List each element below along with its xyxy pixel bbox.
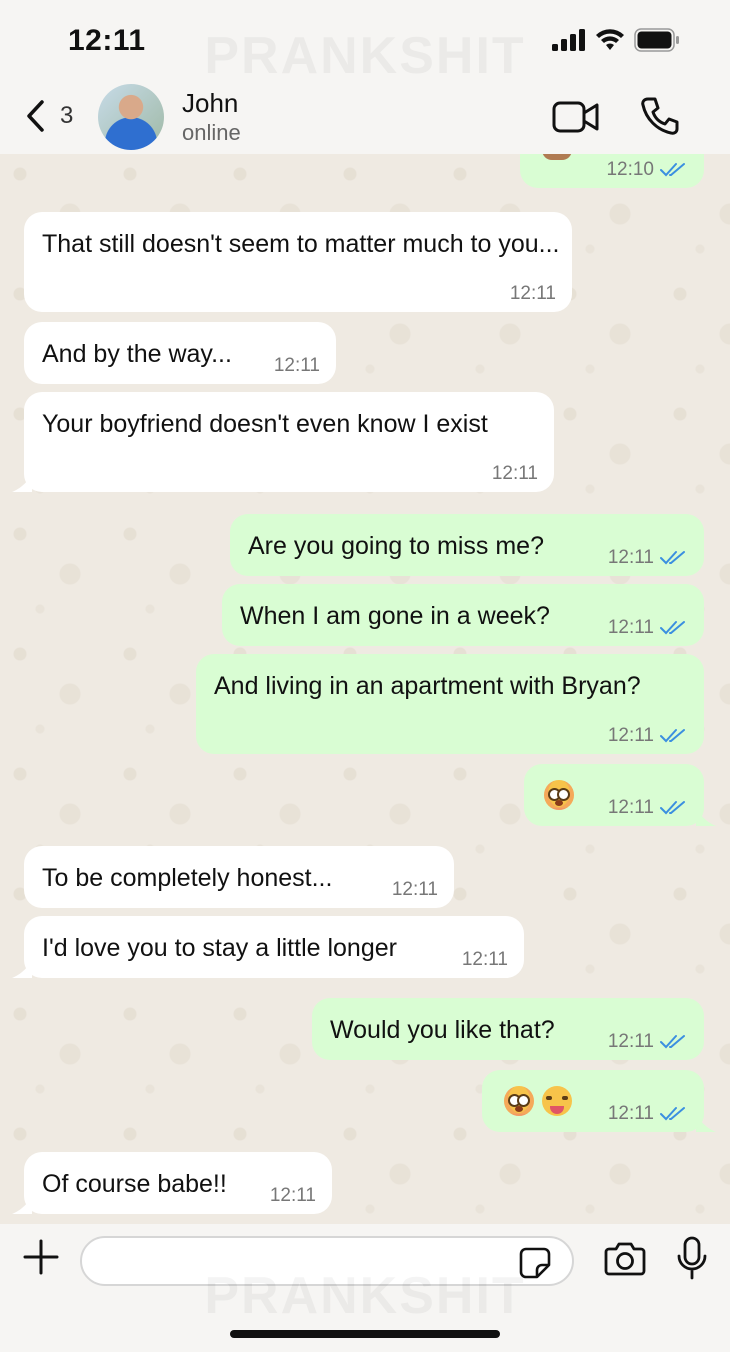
- sticker-icon[interactable]: [518, 1246, 552, 1280]
- double-check-icon: [660, 729, 685, 743]
- message-time: 12:11: [608, 1104, 688, 1124]
- message-bubble-outgoing[interactable]: 12:11: [482, 1070, 704, 1132]
- message-bubble-incoming[interactable]: Your boyfriend doesn't even know I exist…: [24, 392, 554, 492]
- phone-call-icon[interactable]: [640, 96, 680, 136]
- message-text: Are you going to miss me?: [248, 532, 544, 560]
- message-time: 12:11: [608, 548, 688, 568]
- status-icons: [552, 28, 680, 52]
- wifi-icon: [596, 29, 624, 50]
- status-time: 12:11: [68, 24, 146, 57]
- message-text: And living in an apartment with Bryan?: [214, 672, 641, 700]
- message-time: 12:11: [491, 463, 538, 484]
- camera-icon[interactable]: [604, 1240, 646, 1276]
- message-bubble-incoming[interactable]: Of course babe!! 12:11: [24, 1152, 332, 1214]
- double-check-icon: [660, 163, 685, 177]
- message-time: 12:11: [608, 798, 688, 818]
- message-bubble-incoming[interactable]: That still doesn't seem to matter much t…: [24, 212, 572, 312]
- chevron-left-icon: [27, 100, 44, 132]
- double-check-icon: [660, 551, 685, 565]
- unread-count: 3: [60, 102, 74, 129]
- message-time: 12:11: [461, 949, 508, 970]
- message-bubble-incoming[interactable]: I'd love you to stay a little longer 12:…: [24, 916, 524, 978]
- message-bubble-outgoing[interactable]: When I am gone in a week? 12:11: [222, 584, 704, 646]
- message-time: 12:10: [606, 160, 688, 180]
- double-check-icon: [660, 801, 685, 815]
- message-time: 12:11: [391, 879, 438, 900]
- status-bar: 12:11: [0, 0, 730, 80]
- chat-header: 3 John online: [0, 80, 730, 154]
- message-bubble-outgoing[interactable]: Are you going to miss me? 12:11: [230, 514, 704, 576]
- signal-icon: [552, 29, 585, 51]
- see-no-evil-monkey-icon: [542, 154, 572, 160]
- video-call-icon[interactable]: [552, 100, 600, 134]
- home-indicator: [230, 1330, 500, 1338]
- message-text: And by the way...: [42, 340, 232, 368]
- double-check-icon: [660, 1035, 685, 1049]
- winking-tongue-face-icon: [542, 1086, 572, 1116]
- double-check-icon: [660, 1107, 685, 1121]
- message-time: 12:11: [509, 283, 556, 304]
- flushed-face-icon: [544, 780, 574, 810]
- message-bubble-incoming[interactable]: And by the way... 12:11: [24, 322, 336, 384]
- microphone-icon[interactable]: [676, 1236, 708, 1280]
- message-time: 12:11: [269, 1185, 316, 1206]
- plus-icon[interactable]: [22, 1238, 60, 1276]
- contact-name[interactable]: John: [182, 88, 238, 119]
- message-bubble-outgoing[interactable]: 12:11: [524, 764, 704, 826]
- avatar[interactable]: [98, 84, 164, 150]
- message-text: When I am gone in a week?: [240, 602, 550, 630]
- double-check-icon: [660, 621, 685, 635]
- message-time: 12:11: [608, 618, 688, 638]
- message-bubble-outgoing[interactable]: And living in an apartment with Bryan? 1…: [196, 654, 704, 754]
- message-bubble-incoming[interactable]: To be completely honest... 12:11: [24, 846, 454, 908]
- message-text: That still doesn't seem to matter much t…: [42, 230, 560, 258]
- message-time: 12:11: [273, 355, 320, 376]
- back-button[interactable]: 3: [24, 98, 73, 134]
- message-bubble-outgoing[interactable]: 12:10: [520, 154, 704, 188]
- chat-area[interactable]: 12:10 PRANKSHIT That still doesn't seem …: [0, 154, 730, 1224]
- battery-icon: [634, 28, 679, 52]
- message-text: Of course babe!!: [42, 1170, 227, 1198]
- message-text: I'd love you to stay a little longer: [42, 934, 397, 962]
- message-bubble-outgoing[interactable]: Would you like that? 12:11: [312, 998, 704, 1060]
- message-text: To be completely honest...: [42, 864, 333, 892]
- contact-status: online: [182, 120, 241, 145]
- message-time: 12:11: [608, 726, 688, 746]
- flushed-face-icon: [504, 1086, 534, 1116]
- message-time: 12:11: [608, 1032, 688, 1052]
- message-text: Your boyfriend doesn't even know I exist: [42, 410, 488, 438]
- message-text: Would you like that?: [330, 1016, 555, 1044]
- message-input[interactable]: [80, 1236, 574, 1286]
